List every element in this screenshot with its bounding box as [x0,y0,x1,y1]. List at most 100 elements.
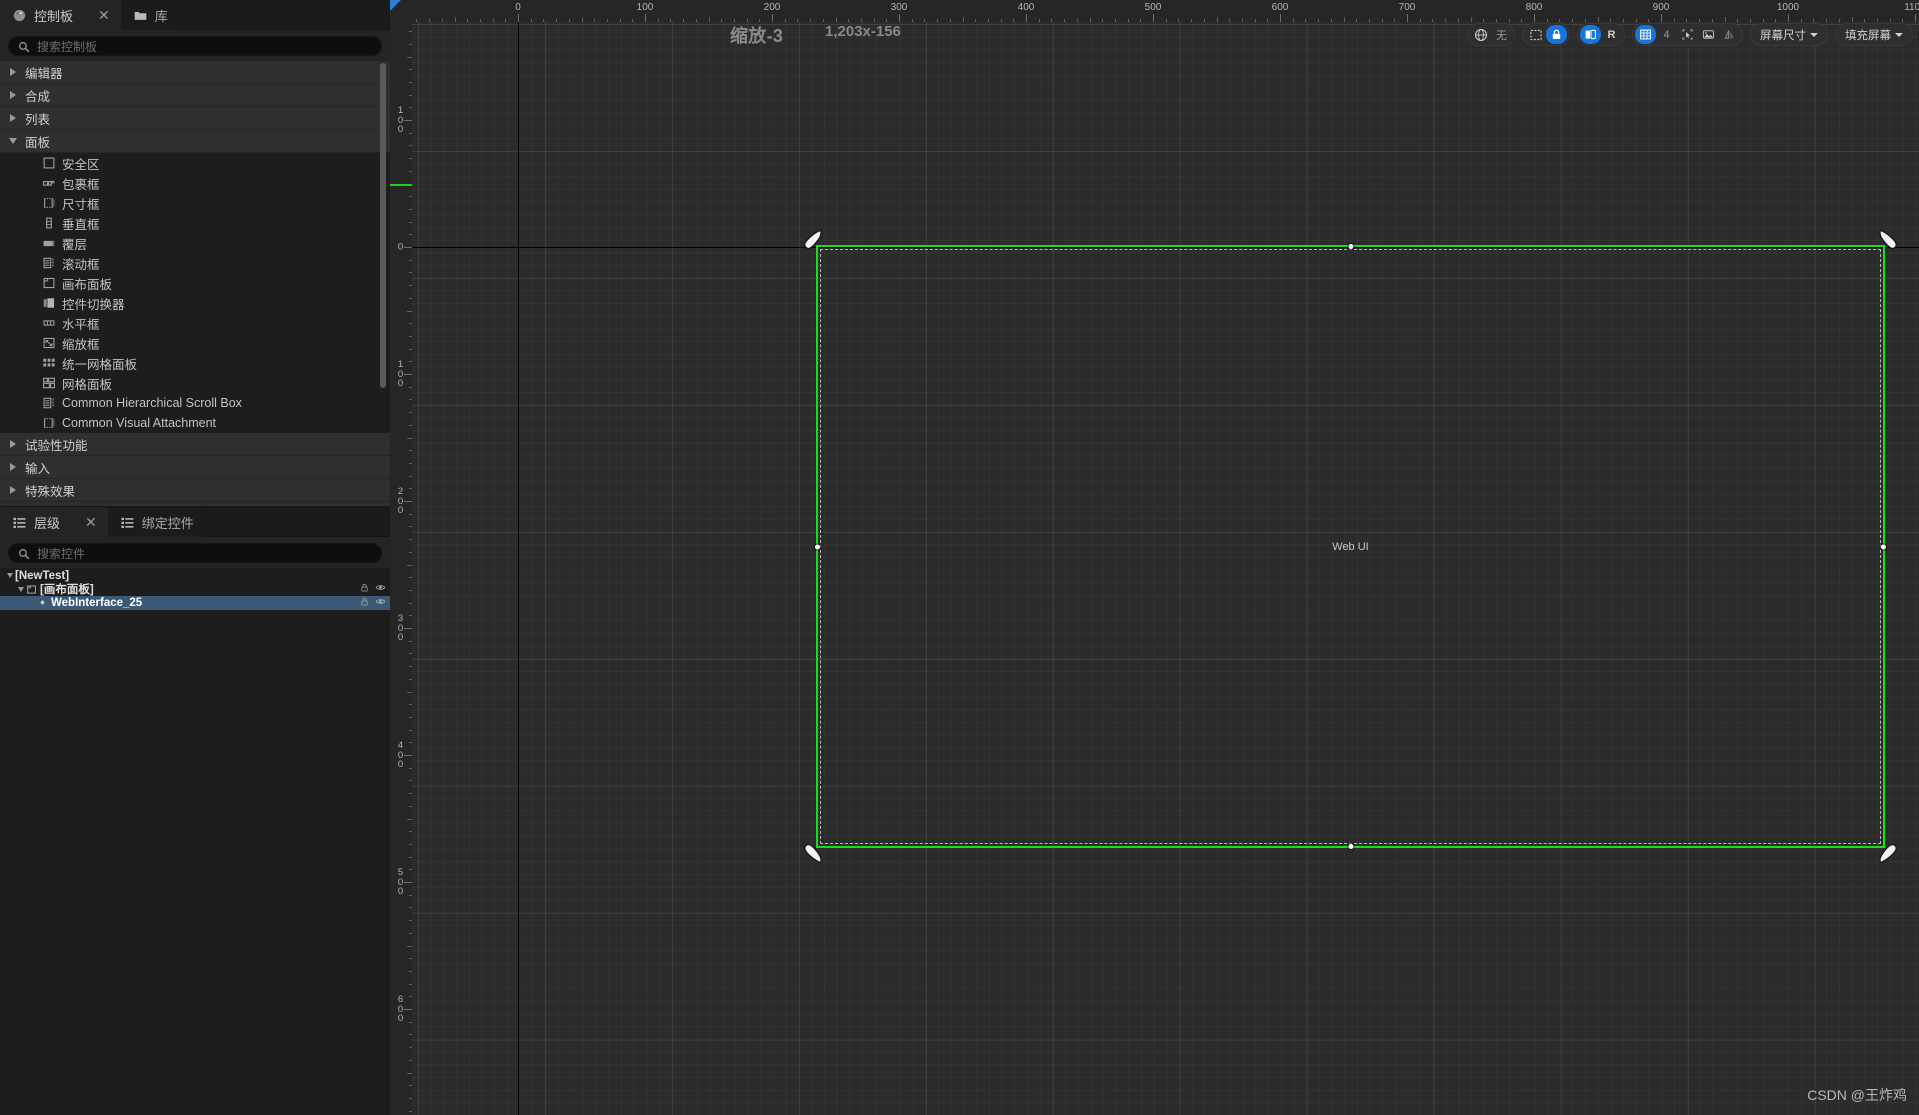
eye-icon[interactable] [375,582,386,596]
localization-preview-icon[interactable] [1580,25,1601,44]
palette-search-box[interactable]: 搜索控制板 [8,36,382,56]
resize-handle-middle-left[interactable] [815,544,820,549]
localization-none-label[interactable]: 无 [1491,25,1512,44]
ruler-minor-tick [797,19,799,22]
horizontal-ruler[interactable]: 1000100200300400500600700800900100011001… [412,0,1919,22]
ruler-minor-tick [1546,19,1548,22]
ruler-minor-tick [873,19,875,22]
close-icon[interactable]: ✕ [85,515,97,529]
hierarchy-tab-1[interactable]: 绑定控件 [107,507,205,537]
palette-item[interactable]: 网格面板 [0,373,390,393]
hierarchy-tree[interactable]: [NewTest] [画布面板] WebInterface_25 [0,568,390,1115]
resize-handle-bottom-center[interactable] [1348,844,1353,849]
palette-item[interactable]: Common Hierarchical Scroll Box [0,393,390,413]
ruler-minor-tick [1343,17,1345,22]
palette-tab-0[interactable]: 控制板 ✕ [0,0,121,30]
designer-viewport[interactable]: 1000100200300400500600700800900100011001… [390,0,1919,1115]
vertical-ruler[interactable]: 4003002001000100200300400500600700800900… [390,22,412,1115]
hierarchy-node[interactable]: WebInterface_25 [0,596,390,610]
globe-icon[interactable] [1470,25,1491,44]
palette-category-5[interactable]: 输入 [0,456,390,479]
ruler-minor-tick [409,1110,412,1112]
anchor-handle-bottom-left[interactable] [802,842,824,864]
close-icon[interactable]: ✕ [98,8,110,22]
ruler-minor-tick [1457,19,1459,22]
canvas-surface[interactable]: Web UI [412,22,1919,1115]
palette-category-3[interactable]: 面板 [0,130,390,153]
palette-item[interactable]: Common Visual Attachment [0,413,390,433]
image-icon[interactable] [1698,25,1719,44]
palette-item-label: 包裹框 [62,177,100,192]
palette-category-0[interactable]: 编辑器 [0,61,390,84]
ruler-minor-tick [505,19,507,22]
ruler-minor-tick [409,234,412,236]
palette-category-7[interactable]: 通道 [0,502,390,506]
palette-item[interactable]: 水平框 [0,313,390,333]
hierarchy-search-container: 搜索控件 [0,537,390,568]
hierarchy-node[interactable]: [画布面板] [0,582,390,596]
palette-category-6[interactable]: 特殊效果 [0,479,390,502]
palette-item[interactable]: 垂直框 [0,213,390,233]
grid-icon[interactable] [1635,25,1656,44]
ruler-minor-tick [409,932,412,934]
lock-icon[interactable] [359,582,370,596]
palette-item[interactable]: 缩放框 [0,333,390,353]
palette-item[interactable]: 尺寸框 [0,193,390,213]
ruler-minor-tick [407,437,412,439]
anchor-handle-top-right[interactable] [1877,229,1899,251]
selected-widget-outline[interactable]: Web UI [815,244,1886,849]
hierarchy-search-box[interactable]: 搜索控件 [8,543,382,563]
palette-item[interactable]: 控件切换器 [0,293,390,313]
ruler-minor-tick [1635,19,1637,22]
r-toggle-button[interactable]: R [1601,25,1622,44]
eye-icon[interactable] [375,596,386,610]
screen-size-dropdown[interactable]: 屏幕尺寸 [1750,23,1828,46]
palette-list[interactable]: 编辑器 合成 列表 面板安全区包裹框 尺寸框 垂直框 覆层 滚动框 画布面板 控件切换器 水平框 缩放… [0,61,390,506]
palette-category-4[interactable]: 试验性功能 [0,433,390,456]
palette-item[interactable]: 画布面板 [0,273,390,293]
resize-handle-middle-right[interactable] [1881,544,1886,549]
grid-size-value[interactable]: 4 [1656,25,1677,44]
ruler-minor-tick [1140,19,1142,22]
ruler-label: 200 [397,485,404,516]
ruler-label: 1000 [1776,2,1800,13]
ruler-label: 700 [1398,2,1416,13]
fill-screen-dropdown[interactable]: 填充屏幕 [1835,23,1913,46]
ruler-minor-tick [409,869,412,871]
palette-scrollbar-track[interactable] [380,61,388,506]
ruler-minor-tick [886,19,888,22]
ruler-minor-tick [409,970,412,972]
palette-scrollbar-thumb[interactable] [380,63,386,388]
anchor-handle-top-left[interactable] [802,229,824,251]
hierarchy-tab-0[interactable]: 层级 ✕ [0,507,108,537]
ruler-minor-tick [409,920,412,922]
palette-item[interactable]: 覆层 [0,233,390,253]
lock-icon[interactable] [359,596,370,610]
ruler-minor-tick [1813,19,1815,22]
ruler-origin-marker [390,0,401,11]
palette-tab-1[interactable]: 库 [120,0,179,30]
palette-category-2[interactable]: 列表 [0,107,390,130]
ruler-minor-tick [407,945,412,947]
palette-icon [12,8,27,23]
palette-item[interactable]: 统一网格面板 [0,353,390,373]
ruler-minor-tick [409,577,412,579]
chevron-down-icon[interactable] [4,570,15,581]
safe-zone-icon [42,156,56,170]
ruler-minor-tick [409,539,412,541]
palette-category-1[interactable]: 合成 [0,84,390,107]
mirror-icon[interactable] [1719,25,1740,44]
anchor-handle-bottom-right[interactable] [1877,842,1899,864]
chevron-down-icon[interactable] [15,584,26,595]
ruler-major-tick [772,14,773,22]
palette-item[interactable]: 包裹框 [0,173,390,193]
dashed-box-icon[interactable] [1525,25,1546,44]
ruler-minor-tick [441,19,443,22]
resize-handle-top-center[interactable] [1348,244,1353,249]
lock-icon[interactable] [1546,25,1567,44]
palette-item[interactable]: 安全区 [0,153,390,173]
palette-item-label: 安全区 [62,157,100,172]
chevron-down-icon [1895,32,1903,37]
palette-item[interactable]: 滚动框 [0,253,390,273]
cursor-snap-icon[interactable] [1677,25,1698,44]
